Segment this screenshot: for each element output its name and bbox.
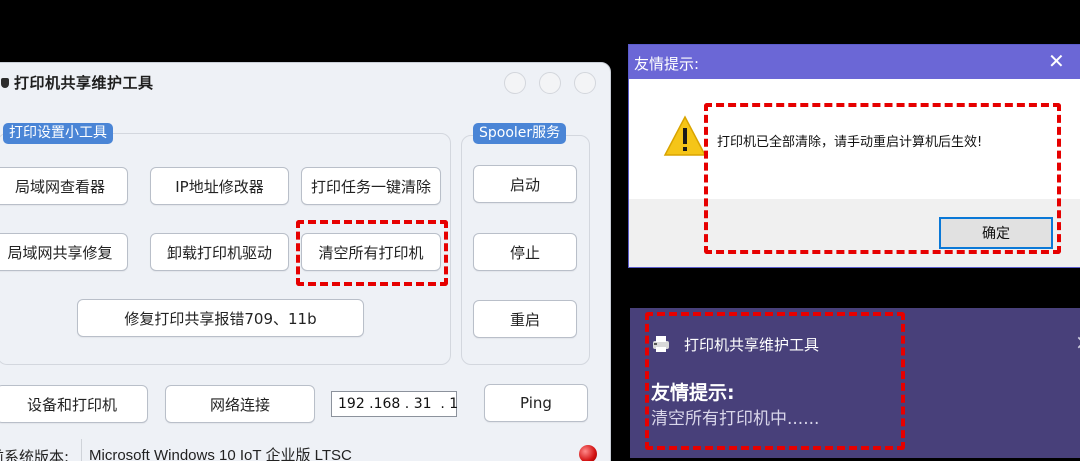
- close-icon[interactable]: ✕: [1048, 50, 1065, 72]
- tool-title: 打印机共享维护工具: [14, 74, 154, 92]
- notice-message-box: 友情提示: ✕ 打印机已全部清除，请手动重启计算机后生效! 确定: [628, 44, 1080, 268]
- spooler-label: Spooler服务: [473, 123, 567, 144]
- maximize-button[interactable]: [539, 72, 561, 94]
- ping-button[interactable]: Ping: [484, 384, 588, 422]
- minimize-button[interactable]: [504, 72, 526, 94]
- system-version-value: Microsoft Windows 10 IoT 企业版 LTSC: [89, 447, 352, 461]
- lan-share-repair-button[interactable]: 局域网共享修复: [0, 233, 128, 271]
- close-icon[interactable]: ×: [1075, 330, 1080, 354]
- network-connections-button[interactable]: 网络连接: [165, 385, 315, 423]
- spooler-stop-button[interactable]: 停止: [473, 233, 577, 271]
- printer-icon: [653, 336, 669, 352]
- toast-title: 友情提示:: [651, 382, 735, 404]
- warning-icon: [663, 115, 707, 156]
- repair-share-errors-button[interactable]: 修复打印共享报错709、11b: [77, 299, 364, 337]
- app-icon: [1, 78, 9, 88]
- printer-tool-window: 打印机共享维护工具 打印设置小工具 局域网查看器 IP地址修改器 打印任务一键清…: [0, 62, 611, 461]
- ip-modifier-button[interactable]: IP地址修改器: [150, 167, 289, 205]
- toast-app-name: 打印机共享维护工具: [684, 336, 820, 354]
- uninstall-driver-button[interactable]: 卸载打印机驱动: [150, 233, 289, 271]
- msgbox-titlebar[interactable]: 友情提示: ✕: [629, 45, 1080, 79]
- spooler-restart-button[interactable]: 重启: [473, 300, 577, 338]
- toast-notification[interactable]: 打印机共享维护工具 × 友情提示: 清空所有打印机中......: [630, 308, 1080, 458]
- msgbox-title: 友情提示:: [634, 55, 700, 73]
- lan-viewer-button[interactable]: 局域网查看器: [0, 167, 128, 205]
- clear-all-printers-button[interactable]: 清空所有打印机: [301, 233, 441, 271]
- msgbox-message: 打印机已全部清除，请手动重启计算机后生效!: [717, 135, 983, 150]
- ok-button[interactable]: 确定: [939, 217, 1053, 249]
- sysinfo-divider: [81, 439, 82, 461]
- toast-body: 清空所有打印机中......: [651, 409, 820, 429]
- status-light-icon: [579, 445, 597, 461]
- ip-address-input[interactable]: 192 .168 . 31 . 1: [331, 391, 458, 417]
- devices-printers-button[interactable]: 设备和打印机: [0, 385, 148, 423]
- print-settings-label: 打印设置小工具: [3, 123, 113, 144]
- system-version-label: 前系统版本:: [0, 448, 70, 461]
- close-button[interactable]: [574, 72, 596, 94]
- spooler-start-button[interactable]: 启动: [473, 165, 577, 203]
- clear-print-jobs-button[interactable]: 打印任务一键清除: [301, 167, 441, 205]
- tool-titlebar[interactable]: 打印机共享维护工具: [0, 63, 610, 103]
